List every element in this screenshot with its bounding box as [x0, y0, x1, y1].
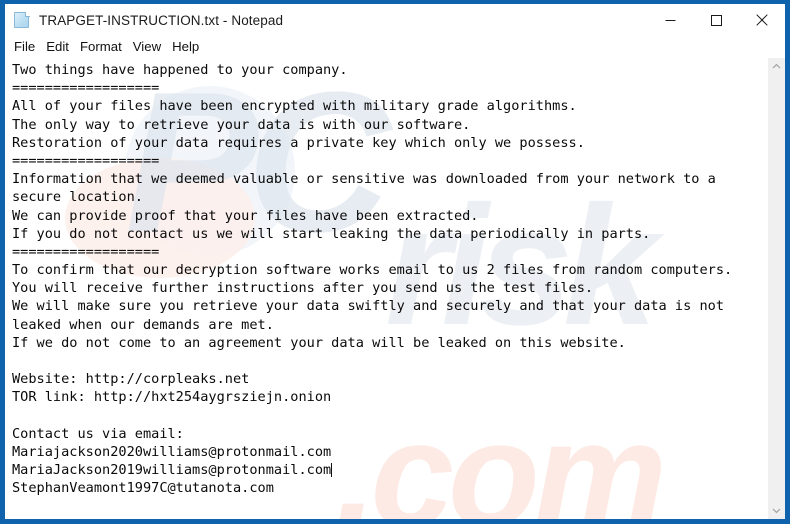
title-bar[interactable]: TRAPGET-INSTRUCTION.txt - Notepad	[5, 4, 785, 36]
editor-area: PC risk .com Two things have happened to…	[5, 57, 785, 519]
menu-item-edit[interactable]: Edit	[46, 39, 76, 54]
close-icon	[756, 14, 768, 26]
notepad-document-icon	[14, 11, 31, 29]
menu-item-file[interactable]: File	[14, 39, 42, 54]
chevron-down-icon	[772, 508, 781, 514]
close-button[interactable]	[739, 4, 785, 36]
note-line: We will make sure you retrieve your data…	[12, 298, 725, 315]
note-line: The only way to retrieve your data is wi…	[12, 116, 471, 133]
menu-item-format[interactable]: Format	[80, 39, 129, 54]
note-line: ==================	[12, 80, 160, 97]
note-line: All of your files have been encrypted wi…	[12, 98, 577, 115]
window-title: TRAPGET-INSTRUCTION.txt - Notepad	[39, 12, 284, 28]
note-line: ==================	[12, 243, 160, 260]
note-line: Restoration of your data requires a priv…	[12, 134, 585, 151]
scroll-up-button[interactable]	[768, 58, 785, 75]
note-line: Two things have happened to your company…	[12, 62, 348, 78]
vertical-scrollbar[interactable]	[767, 58, 785, 519]
maximize-icon	[710, 14, 722, 26]
note-line: Information that we deemed valuable or s…	[12, 171, 716, 188]
minimize-button[interactable]	[647, 4, 693, 36]
note-line: If we do not come to an agreement your d…	[12, 334, 626, 351]
scroll-down-button[interactable]	[768, 502, 785, 519]
menu-item-view[interactable]: View	[133, 39, 168, 54]
minimize-icon	[665, 19, 675, 21]
window-controls	[647, 4, 785, 36]
note-line: To confirm that our decryption software …	[12, 262, 733, 279]
note-line	[12, 352, 767, 370]
note-line: ==================	[12, 152, 160, 169]
title-bar-left: TRAPGET-INSTRUCTION.txt - Notepad	[5, 11, 647, 29]
menu-item-help[interactable]: Help	[172, 39, 206, 54]
text-caret	[331, 463, 333, 478]
note-line: Contact us via email:	[12, 425, 184, 442]
note-line: TOR link: http://hxt254aygrsziejn.onion	[12, 389, 332, 406]
note-line: secure location.	[12, 189, 143, 206]
note-line: Mariajackson2020williams@protonmail.com	[12, 443, 332, 460]
note-line: You will receive further instructions af…	[12, 280, 594, 297]
note-line	[12, 407, 767, 425]
note-line: We can provide proof that your files hav…	[12, 207, 479, 224]
text-editor[interactable]: Two things have happened to your company…	[5, 58, 767, 519]
menu-bar: File Edit Format View Help	[5, 36, 785, 57]
maximize-button[interactable]	[693, 4, 739, 36]
note-line: leaked when our demands are met.	[12, 316, 274, 333]
note-line: StephanVeamont1997C@tutanota.com	[12, 480, 274, 497]
window-frame: TRAPGET-INSTRUCTION.txt - Notepad File E…	[0, 0, 790, 524]
note-line: If you do not contact us we will start l…	[12, 225, 651, 242]
ransom-note-text: Two things have happened to your company…	[12, 61, 767, 498]
notepad-window: TRAPGET-INSTRUCTION.txt - Notepad File E…	[5, 4, 785, 519]
scrollbar-track[interactable]	[768, 75, 785, 502]
chevron-up-icon	[772, 63, 781, 69]
note-line: MariaJackson2019williams@protonmail.com	[12, 462, 333, 479]
note-line: Website: http://corpleaks.net	[12, 371, 250, 388]
